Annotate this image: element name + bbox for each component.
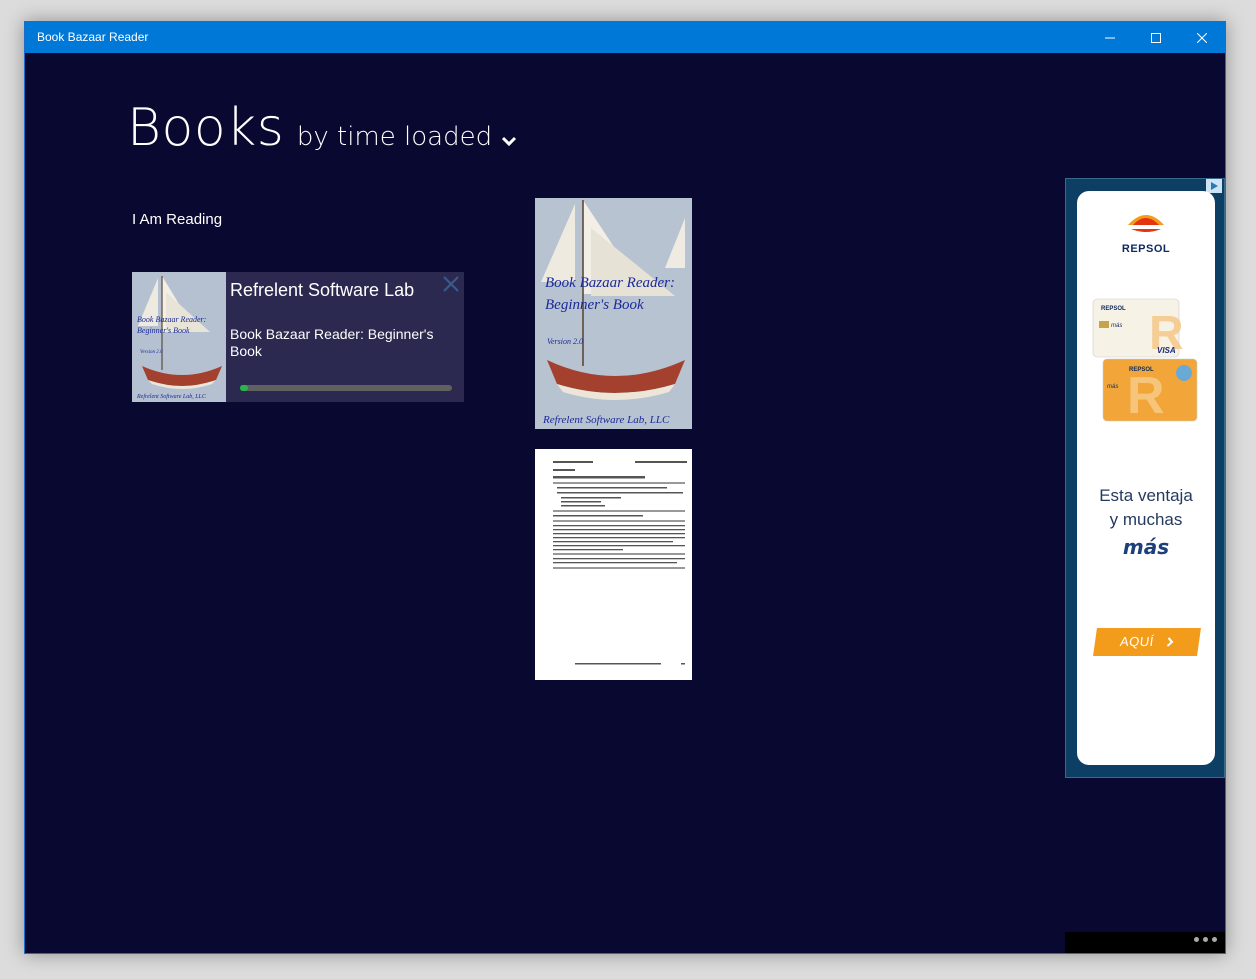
title-bar[interactable]: Book Bazaar Reader [25,22,1225,53]
card-label-1: REPSOL [1101,306,1126,312]
ad-cta-label: AQUÍ [1119,634,1155,649]
sort-dropdown[interactable]: by time loaded [289,122,517,152]
card-label-4: REPSOL [1129,367,1154,373]
window-title: Book Bazaar Reader [37,30,149,44]
svg-text:R: R [1127,367,1165,425]
current-book-title: Book Bazaar Reader: Beginner's Book [230,326,434,359]
chevron-down-icon [501,136,516,147]
credit-cards-image: R REPSOL más VISA R REPSOL más [1092,298,1198,425]
book-tile-cover[interactable]: Book Bazaar Reader: Beginner's Book Vers… [535,198,692,429]
page-title: Books [127,98,285,158]
ad-cta-button[interactable]: AQUÍ [1093,628,1201,656]
advertisement-panel[interactable]: REPSOL R REPSOL más VISA R REPSOL más Es… [1065,178,1225,778]
tile-cover-title-line1: Book Bazaar Reader: [545,275,675,291]
tile-cover-title-line2: Beginner's Book [545,297,644,313]
close-button[interactable] [1179,22,1225,53]
ellipsis-icon[interactable] [1194,937,1217,942]
cover-title-line2: Beginner's Book [137,326,190,335]
card-label-3: VISA [1157,346,1176,355]
ad-choices-icon[interactable] [1206,179,1222,193]
ad-headline: Esta ventaja y muchas [1077,484,1215,532]
current-book-card[interactable]: Book Bazaar Reader: Beginner's Book Vers… [132,272,464,402]
sort-label: by time loaded [296,122,493,152]
maximize-icon [1151,32,1161,43]
ad-brand: REPSOL [1121,243,1171,255]
maximize-button[interactable] [1133,22,1179,53]
minimize-button[interactable] [1087,22,1133,53]
ad-card: REPSOL R REPSOL más VISA R REPSOL más Es… [1077,191,1215,765]
current-book-cover[interactable]: Book Bazaar Reader: Beginner's Book Vers… [132,272,226,402]
book-tile-document[interactable] [535,449,692,680]
app-window: Book Bazaar Reader Books by time loaded … [24,21,1226,954]
card-label-2: más [1111,323,1122,329]
chevron-right-icon [1166,637,1174,647]
repsol-logo-icon [1127,215,1165,232]
tile-cover-version: Version 2.0 [547,337,583,346]
ad-headline-emphasis: más [1122,535,1170,559]
ad-headline-line2: y muchas [1109,510,1183,529]
page-header: Books by time loaded [127,98,517,158]
ad-headline-line1: Esta ventaja [1099,486,1193,505]
card-label-5: más [1107,384,1118,390]
cover-title-line1: Book Bazaar Reader: [137,315,207,324]
app-bar [1065,932,1225,953]
remove-icon[interactable] [440,273,462,295]
close-icon [1197,32,1207,43]
reading-progress-bar [240,385,452,391]
minimize-icon [1105,37,1115,38]
section-label-reading: I Am Reading [132,211,223,228]
current-book-publisher: Refrelent Software Lab [230,280,415,300]
tile-cover-publisher: Refrelent Software Lab, LLC [542,414,670,426]
reading-progress-fill [240,385,249,391]
cover-version: Version 2.0 [140,350,163,355]
cover-publisher: Refrelent Software Lab, LLC [136,393,207,400]
